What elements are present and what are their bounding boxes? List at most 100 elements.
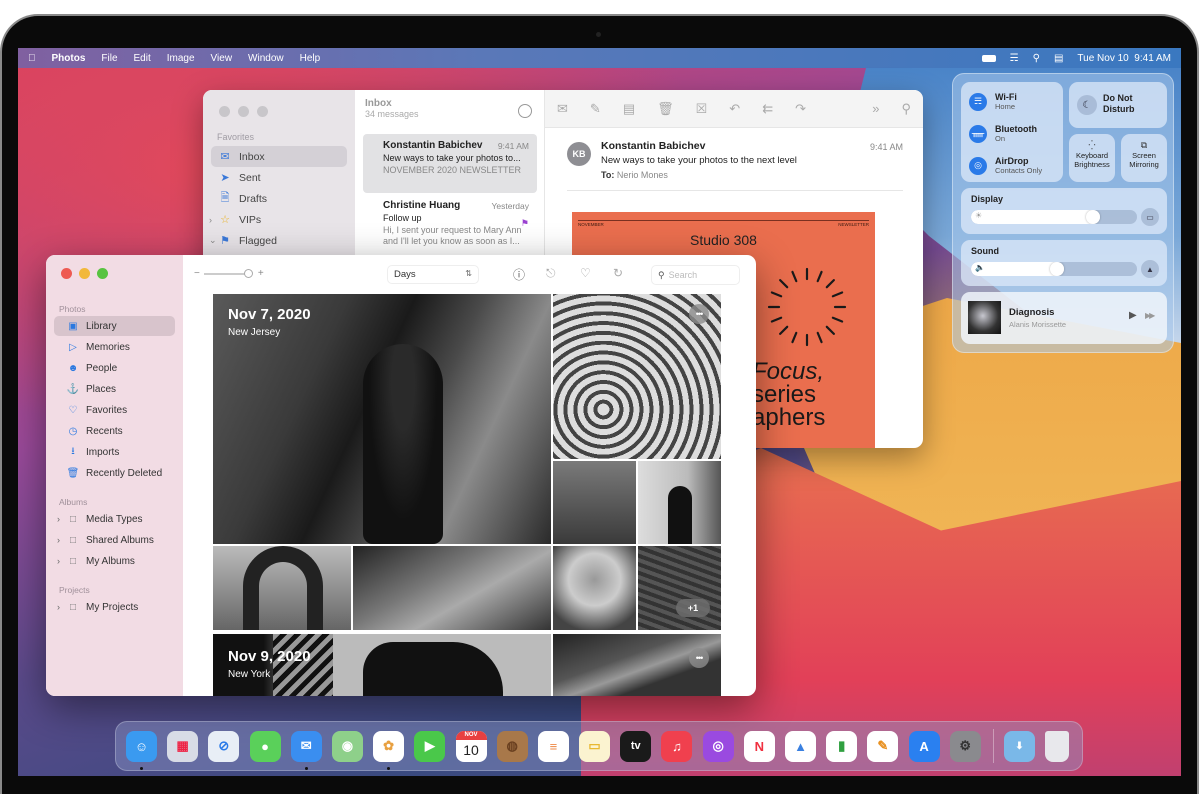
menu-image[interactable]: Image: [167, 53, 195, 64]
get-mail-icon[interactable]: ✉: [557, 101, 568, 117]
dock-app-system-preferences[interactable]: ⚙: [949, 730, 981, 762]
sidebar-item-people[interactable]: ☻ People: [54, 358, 175, 378]
chevron-right-icon[interactable]: ›: [57, 556, 60, 566]
close-button[interactable]: [219, 106, 230, 117]
sidebar-item-recently-deleted[interactable]: 🗑 Recently Deleted: [54, 463, 175, 483]
photo-thumbnail[interactable]: Nov 7, 2020 New Jersey: [213, 294, 551, 544]
wifi-icon[interactable]: ☴: [1010, 53, 1019, 64]
chevron-right-icon[interactable]: ›: [57, 535, 60, 545]
rotate-icon[interactable]: ↻: [613, 266, 623, 280]
sidebar-item-memories[interactable]: ▷ Memories: [54, 337, 175, 357]
dock-app-finder[interactable]: ☺: [126, 730, 157, 770]
photo-thumbnail[interactable]: Nov 9, 2020 New York: [213, 634, 551, 696]
dock-app-numbers[interactable]: ▮: [826, 730, 858, 762]
photo-thumbnail[interactable]: [553, 546, 636, 630]
mailbox-vips[interactable]: › ☆ VIPs: [209, 209, 347, 230]
forward-icon[interactable]: ▶▶: [1145, 311, 1155, 320]
keyboard-brightness-button[interactable]: ⁛ Keyboard Brightness: [1069, 134, 1115, 182]
sidebar-item-library[interactable]: ▣ Library: [54, 316, 175, 336]
photo-thumbnail[interactable]: +1: [638, 546, 721, 630]
dock-app-news[interactable]: N: [743, 730, 775, 762]
dock-app-safari[interactable]: ⊘: [208, 730, 240, 762]
reply-icon[interactable]: ↶: [729, 101, 740, 117]
more-button[interactable]: •••: [689, 304, 709, 324]
dock-app-photos[interactable]: ✿: [373, 730, 405, 770]
share-icon[interactable]: ⎋: [546, 266, 556, 281]
overflow-icon[interactable]: »: [872, 101, 879, 116]
junk-icon[interactable]: ☒: [696, 101, 708, 117]
control-center-icon[interactable]: ▤: [1054, 53, 1063, 64]
menu-file[interactable]: File: [101, 53, 117, 64]
photo-thumbnail[interactable]: [638, 461, 721, 544]
dock-app-music[interactable]: ♫: [661, 730, 693, 762]
filter-icon[interactable]: [518, 104, 532, 118]
bluetooth-toggle[interactable]: ᚅ Bluetooth On: [969, 124, 1037, 143]
airdrop-toggle[interactable]: ◎ AirDrop Contacts Only: [969, 156, 1042, 175]
mailbox-drafts[interactable]: 🗎 Drafts: [211, 188, 347, 209]
sidebar-item-places[interactable]: ⚓ Places: [54, 379, 175, 399]
mailbox-flagged[interactable]: ⌄ ⚑ Flagged: [209, 230, 347, 251]
search-icon[interactable]: ⚲: [1033, 53, 1040, 64]
chevron-down-icon[interactable]: ⌄: [209, 235, 217, 246]
dock-app-reminders[interactable]: ≡: [537, 730, 569, 762]
dock-app-pages[interactable]: ✎: [867, 730, 899, 762]
dock-app-contacts[interactable]: ◍: [496, 730, 528, 762]
menu-app-name[interactable]: Photos: [52, 53, 86, 64]
dock-downloads[interactable]: ⬇: [1003, 730, 1035, 762]
photo-thumbnail[interactable]: •••: [553, 634, 721, 696]
photo-thumbnail[interactable]: •••: [553, 294, 721, 459]
message-item[interactable]: Christine Huang Yesterday Follow up ⚑ Hi…: [363, 194, 537, 254]
sidebar-item-my-albums[interactable]: › □ My Albums: [54, 551, 175, 571]
dock-app-keynote[interactable]: ▲: [785, 730, 816, 762]
dock-app-podcasts[interactable]: ◎: [702, 730, 734, 762]
volume-slider[interactable]: 🔈: [971, 262, 1137, 276]
dock-app-notes[interactable]: ▭: [579, 730, 611, 762]
dock-app-app-store[interactable]: A: [908, 730, 940, 762]
minimize-button[interactable]: [79, 268, 90, 279]
sidebar-item-favorites[interactable]: ♡ Favorites: [54, 400, 175, 420]
photo-thumbnail[interactable]: [213, 546, 351, 630]
display-brightness-slider[interactable]: ☀: [971, 210, 1137, 224]
archive-icon[interactable]: ▤: [623, 101, 635, 117]
more-button[interactable]: •••: [689, 648, 709, 668]
zoom-in-icon[interactable]: +: [258, 268, 264, 279]
wifi-toggle[interactable]: ☴ Wi-Fi Home: [969, 92, 1017, 111]
heart-icon[interactable]: ♡: [580, 266, 591, 280]
sidebar-item-my-projects[interactable]: › □ My Projects: [54, 597, 175, 617]
dock-app-mail[interactable]: ✉: [290, 730, 322, 770]
menu-window[interactable]: Window: [248, 53, 284, 64]
clock[interactable]: Tue Nov 10 9:41 AM: [1077, 53, 1171, 64]
chevron-right-icon[interactable]: ›: [57, 514, 60, 524]
dock-app-messages[interactable]: ●: [249, 730, 281, 762]
dock-app-calendar[interactable]: NOV 10: [455, 730, 487, 762]
sidebar-item-imports[interactable]: ⭳ Imports: [54, 442, 175, 462]
search-icon[interactable]: ⚲: [901, 101, 911, 117]
zoom-button[interactable]: [97, 268, 108, 279]
reply-all-icon[interactable]: ⇇: [762, 101, 773, 117]
menu-view[interactable]: View: [211, 53, 233, 64]
forward-icon[interactable]: ↷: [795, 101, 806, 117]
apple-icon[interactable]: : [28, 53, 36, 64]
menu-edit[interactable]: Edit: [134, 53, 151, 64]
display-settings-icon[interactable]: ▭: [1141, 208, 1159, 226]
chevron-right-icon[interactable]: ›: [209, 215, 212, 225]
info-icon[interactable]: ⓘ: [513, 266, 525, 283]
chevron-right-icon[interactable]: ›: [57, 602, 60, 612]
airplay-icon[interactable]: ▲: [1141, 260, 1159, 278]
zoom-button[interactable]: [257, 106, 268, 117]
trash-icon[interactable]: 🗑: [657, 101, 674, 117]
mailbox-inbox[interactable]: ✉ Inbox: [211, 146, 347, 167]
sidebar-item-recents[interactable]: ◷ Recents: [54, 421, 175, 441]
do-not-disturb-toggle[interactable]: ☾ Do Not Disturb: [1069, 82, 1167, 128]
slider-knob[interactable]: [1086, 210, 1100, 224]
screen-mirroring-button[interactable]: ⧉ Screen Mirroring: [1121, 134, 1167, 182]
zoom-out-icon[interactable]: −: [194, 268, 200, 279]
compose-icon[interactable]: ✎: [590, 101, 601, 117]
message-item[interactable]: Konstantin Babichev 9:41 AM New ways to …: [363, 134, 537, 193]
mailbox-sent[interactable]: ➤ Sent: [211, 167, 347, 188]
dock-trash[interactable]: [1045, 730, 1070, 762]
minimize-button[interactable]: [238, 106, 249, 117]
dock-app-facetime[interactable]: ▶: [414, 730, 446, 762]
sidebar-item-media-types[interactable]: › □ Media Types: [54, 509, 175, 529]
menu-help[interactable]: Help: [300, 53, 321, 64]
